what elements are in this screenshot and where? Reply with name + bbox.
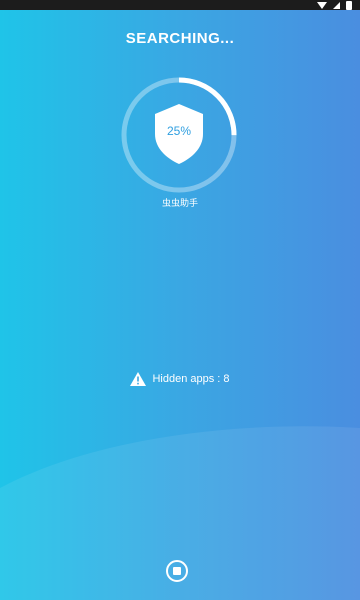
stop-icon — [173, 567, 181, 575]
stop-button[interactable] — [166, 560, 188, 582]
page-title: SEARCHING... — [125, 30, 235, 47]
status-bar — [0, 0, 360, 10]
wifi-icon — [317, 1, 327, 9]
scan-progress: 25% — [120, 76, 238, 194]
signal-icon — [333, 1, 340, 9]
warning-icon — [130, 372, 147, 386]
hidden-apps-notice: Hidden apps : 8 — [0, 372, 360, 386]
hidden-apps-text: Hidden apps : 8 — [152, 373, 230, 385]
app-name-label: 虫虫助手 — [161, 198, 198, 208]
battery-icon — [346, 0, 352, 10]
scan-screen: SEARCHING... 25% 虫虫助手 Hidden apps : 8 — [0, 0, 360, 600]
status-icons — [317, 0, 352, 10]
progress-percent: 25% — [166, 124, 192, 138]
